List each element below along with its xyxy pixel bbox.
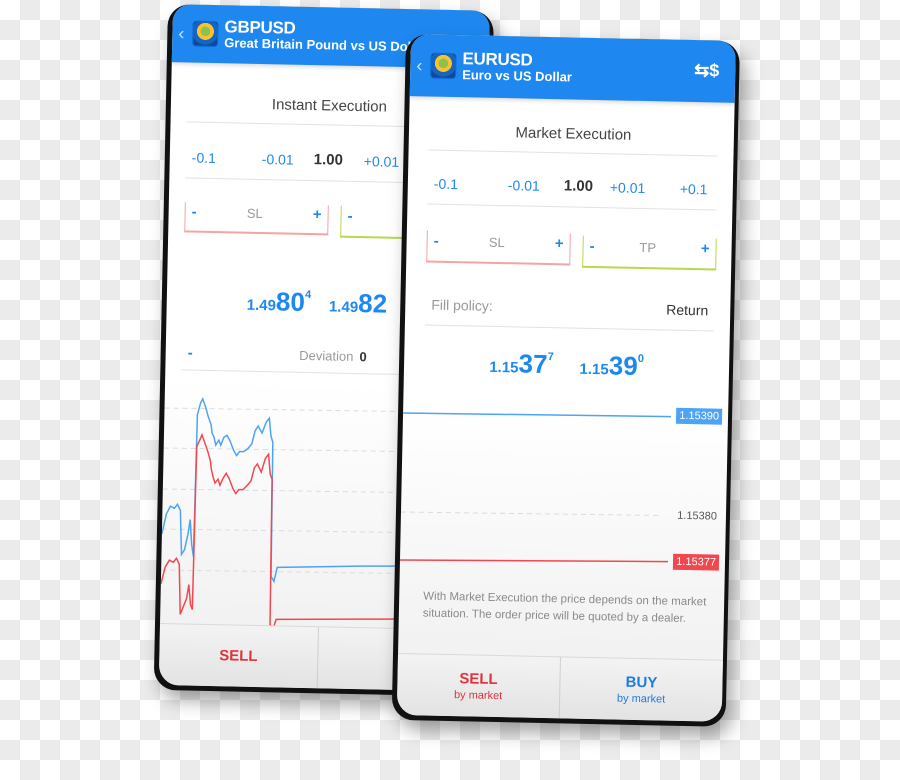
deviation-value: 0 xyxy=(359,349,367,365)
ask-quote: 1.4982 xyxy=(328,288,388,319)
back-chevron-icon[interactable]: ‹ xyxy=(416,55,426,76)
bid-quote: 1.15377 xyxy=(489,348,554,380)
sl-plus-button[interactable]: + xyxy=(313,206,322,223)
tp-minus-button[interactable]: - xyxy=(347,207,352,224)
app-header: ‹ EURUSD Euro vs US Dollar ⇆$ xyxy=(409,34,736,103)
sl-minus-button[interactable]: - xyxy=(191,203,196,220)
sl-label: SL xyxy=(246,205,263,221)
fill-policy-value: Return xyxy=(666,301,709,319)
tp-minus-button[interactable]: - xyxy=(589,237,594,254)
ask-price-tag: 1.15390 xyxy=(676,407,723,425)
volume-minus-0.1-button[interactable]: -0.1 xyxy=(434,175,508,193)
volume-minus-0.01-button[interactable]: -0.01 xyxy=(508,177,564,194)
quotes: 1.15377 1.15390 xyxy=(404,346,730,384)
take-profit-field[interactable]: - TP + xyxy=(582,235,717,271)
deviation-label: Deviation xyxy=(299,347,354,364)
stop-loss-field[interactable]: - SL + xyxy=(426,230,571,266)
ask-line xyxy=(403,412,672,418)
quotes: 1.49804 1.4982 xyxy=(246,286,388,320)
sl-label: SL xyxy=(488,234,505,250)
volume-stepper: -0.1 -0.01 1.00 +0.01 +0.1 xyxy=(427,174,717,211)
order-footer: SELL by market BUY by market xyxy=(396,652,723,722)
screen-eurusd: ‹ EURUSD Euro vs US Dollar ⇆$ Market Exe… xyxy=(396,34,736,722)
grid-line xyxy=(400,511,659,516)
sl-minus-button[interactable]: - xyxy=(434,232,439,249)
volume-minus-0.01-button[interactable]: -0.01 xyxy=(262,150,314,167)
ask-quote: 1.15390 xyxy=(579,350,645,381)
bid-price-tag: 1.15377 xyxy=(673,553,720,571)
execution-type-select[interactable]: Market Execution xyxy=(428,122,719,157)
symbol-description: Great Britain Pound vs US Dollar xyxy=(224,35,428,55)
execution-notice: With Market Execution the price depends … xyxy=(422,590,707,626)
grid-price-label: 1.15380 xyxy=(677,509,718,523)
tp-plus-button[interactable]: + xyxy=(701,240,710,257)
sell-by-market-button[interactable]: SELL by market xyxy=(397,654,560,718)
currency-exchange-icon[interactable]: ⇆$ xyxy=(694,60,720,82)
phone-eurusd: ‹ EURUSD Euro vs US Dollar ⇆$ Market Exe… xyxy=(391,34,740,727)
deviation-minus-button[interactable]: - xyxy=(188,344,193,361)
fill-policy-label: Fill policy: xyxy=(431,296,493,314)
volume-plus-0.01-button[interactable]: +0.01 xyxy=(610,179,680,196)
volume-value-input[interactable]: 1.00 xyxy=(564,177,610,195)
tp-label: TP xyxy=(639,239,657,255)
volume-plus-0.01-button[interactable]: +0.01 xyxy=(364,153,400,170)
volume-value-input[interactable]: 1.00 xyxy=(314,151,364,169)
back-chevron-icon[interactable]: ‹ xyxy=(178,23,188,44)
volume-minus-0.1-button[interactable]: -0.1 xyxy=(192,149,262,166)
bid-quote: 1.49804 xyxy=(246,286,312,317)
buy-by-market-button[interactable]: BUY by market xyxy=(558,657,723,722)
metatrader-logo-icon xyxy=(192,20,219,48)
fill-policy-select[interactable]: Fill policy: Return xyxy=(424,296,715,332)
sl-plus-button[interactable]: + xyxy=(555,235,564,252)
stop-loss-field[interactable]: - SL + xyxy=(184,202,329,236)
metatrader-logo-icon xyxy=(430,52,457,80)
volume-plus-0.1-button[interactable]: +0.1 xyxy=(680,180,708,197)
symbol-description: Euro vs US Dollar xyxy=(461,67,573,85)
bid-line xyxy=(399,559,669,563)
sell-button[interactable]: SELL xyxy=(159,624,318,688)
